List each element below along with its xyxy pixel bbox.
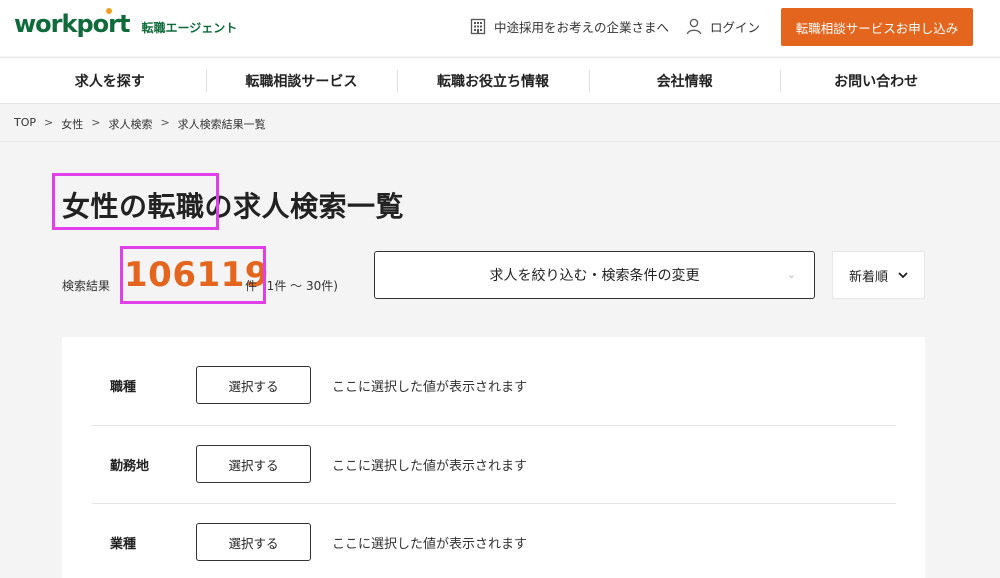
nav-item-consultation[interactable]: 転職相談サービス	[205, 58, 398, 104]
select-industry-button[interactable]: 選択する	[196, 523, 311, 561]
highlight-box	[120, 246, 266, 304]
selected-value-placeholder: ここに選択した値が表示されます	[332, 459, 528, 474]
filter-row-label: 職種	[110, 380, 137, 395]
breadcrumb-separator: >	[160, 116, 170, 129]
breadcrumb-women[interactable]: 女性	[61, 116, 83, 132]
filter-row-label: 勤務地	[110, 459, 150, 474]
nav-item-career-info[interactable]: 転職お役立ち情報	[397, 58, 589, 104]
breadcrumb: TOP > 女性 > 求人検索 > 求人検索結果一覧	[14, 116, 266, 132]
refine-search-label: 求人を絞り込む・検索条件の変更	[489, 268, 700, 284]
apply-consultation-button[interactable]: 転職相談サービスお申し込み	[781, 8, 973, 46]
filter-row-location: 勤務地 選択する ここに選択した値が表示されます	[92, 425, 896, 503]
corporate-link[interactable]: 中途採用をお考えの企業さまへ	[470, 17, 669, 36]
nav-item-job-search[interactable]: 求人を探す	[14, 58, 206, 104]
user-icon	[686, 18, 702, 35]
login-label: ログイン	[710, 20, 761, 35]
site-header: workport 転職エージェント 中途採用をお考えの企業さまへ ログイン 転職…	[0, 0, 1000, 56]
highlight-box	[52, 173, 219, 230]
chevron-down-icon	[898, 271, 908, 278]
logo[interactable]: workport 転職エージェント	[14, 8, 238, 38]
filter-row-label: 業種	[110, 537, 137, 552]
breadcrumb-separator: >	[91, 116, 101, 129]
logo-wordmark: workport	[14, 10, 130, 38]
result-label: 検索結果	[62, 279, 111, 293]
building-icon	[470, 18, 486, 35]
global-nav: 求人を探す 転職相談サービス 転職お役立ち情報 会社情報 お問い合わせ	[0, 57, 1000, 104]
nav-item-contact[interactable]: お問い合わせ	[780, 58, 972, 104]
selected-value-placeholder: ここに選択した値が表示されます	[332, 380, 528, 395]
result-range: (1件 〜 30件)	[262, 279, 338, 293]
logo-subtitle: 転職エージェント	[141, 21, 238, 35]
breadcrumb-job-search[interactable]: 求人検索	[108, 116, 152, 132]
login-link[interactable]: ログイン	[686, 17, 760, 36]
refine-search-button[interactable]: 求人を絞り込む・検索条件の変更 ⌄	[374, 251, 815, 299]
sort-select[interactable]: 新着順	[832, 251, 925, 299]
filter-panel: 職種 選択する ここに選択した値が表示されます 勤務地 選択する ここに選択した…	[62, 337, 925, 578]
select-occupation-button[interactable]: 選択する	[196, 366, 311, 404]
nav-item-company[interactable]: 会社情報	[588, 58, 781, 104]
logo-dot	[106, 8, 112, 14]
filter-row-occupation: 職種 選択する ここに選択した値が表示されます	[92, 347, 896, 425]
breadcrumb-current: 求人検索結果一覧	[177, 118, 266, 131]
filter-row-industry: 業種 選択する ここに選択した値が表示されます	[92, 503, 896, 578]
chevron-down-icon: ⌄	[786, 268, 796, 281]
selected-value-placeholder: ここに選択した値が表示されます	[332, 537, 528, 552]
select-location-button[interactable]: 選択する	[196, 445, 311, 483]
sort-value: 新着順	[848, 269, 888, 285]
corporate-link-label: 中途採用をお考えの企業さまへ	[494, 20, 670, 35]
breadcrumb-top[interactable]: TOP	[14, 116, 36, 132]
breadcrumb-separator: >	[44, 116, 54, 129]
